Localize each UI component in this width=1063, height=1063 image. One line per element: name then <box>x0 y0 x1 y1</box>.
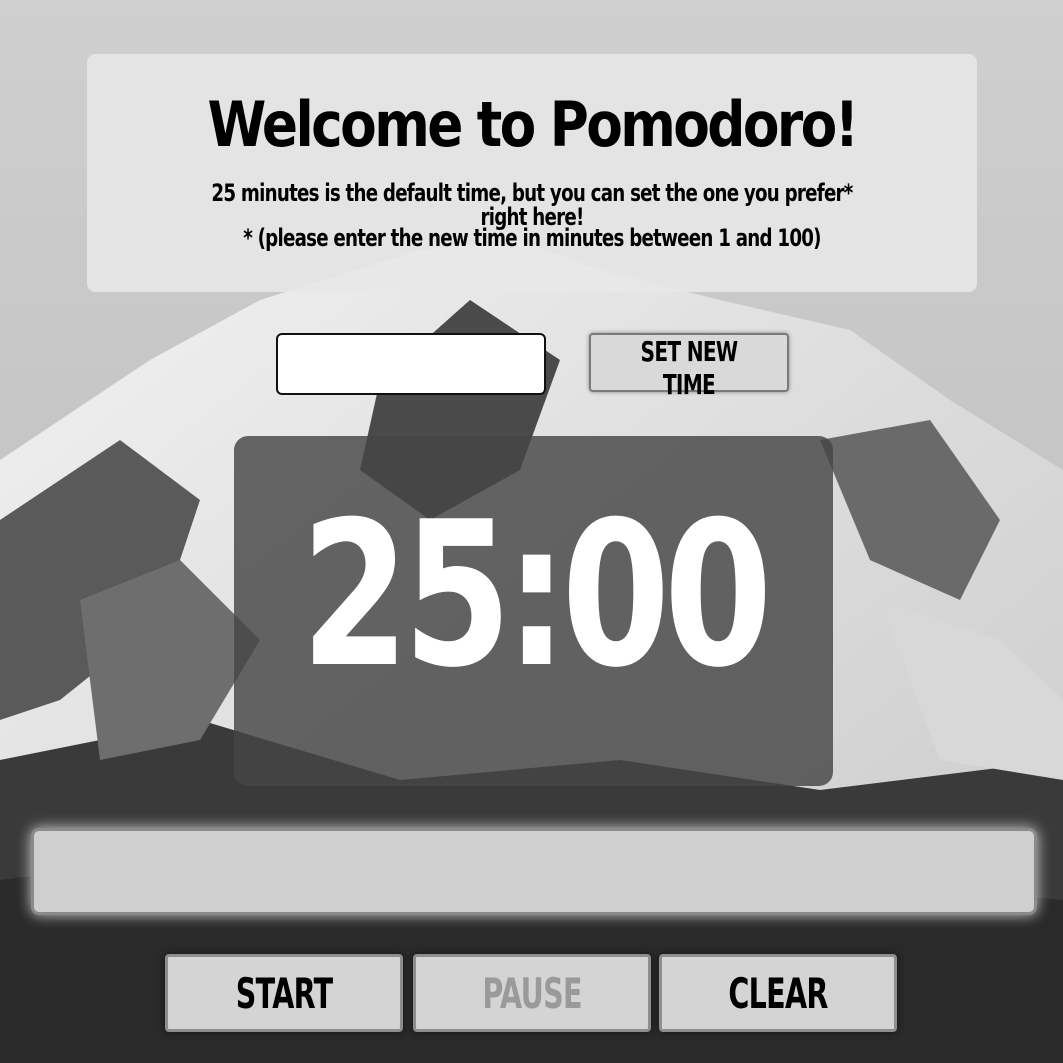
set-new-time-label: SET NEW TIME <box>640 335 739 401</box>
pause-button[interactable]: PAUSE <box>413 954 651 1032</box>
timer-display: 25:00 <box>300 479 773 712</box>
minutes-input[interactable] <box>276 333 546 395</box>
set-new-time-button[interactable]: SET NEW TIME <box>589 333 789 401</box>
clear-button[interactable]: CLEAR <box>659 954 897 1032</box>
instructions-text: 25 minutes is the default time, but you … <box>211 179 853 231</box>
welcome-card: Welcome to Pomodoro! 25 minutes is the d… <box>87 54 977 292</box>
start-button[interactable]: START <box>165 954 403 1032</box>
input-hint-text: * (please enter the new time in minutes … <box>243 224 821 252</box>
start-label: START <box>235 968 333 1018</box>
page-title: Welcome to Pomodoro! <box>207 88 859 161</box>
progress-bar <box>31 828 1037 915</box>
pause-label: PAUSE <box>482 968 582 1018</box>
timer-panel: 25:00 <box>234 436 833 786</box>
clear-label: CLEAR <box>728 968 828 1018</box>
